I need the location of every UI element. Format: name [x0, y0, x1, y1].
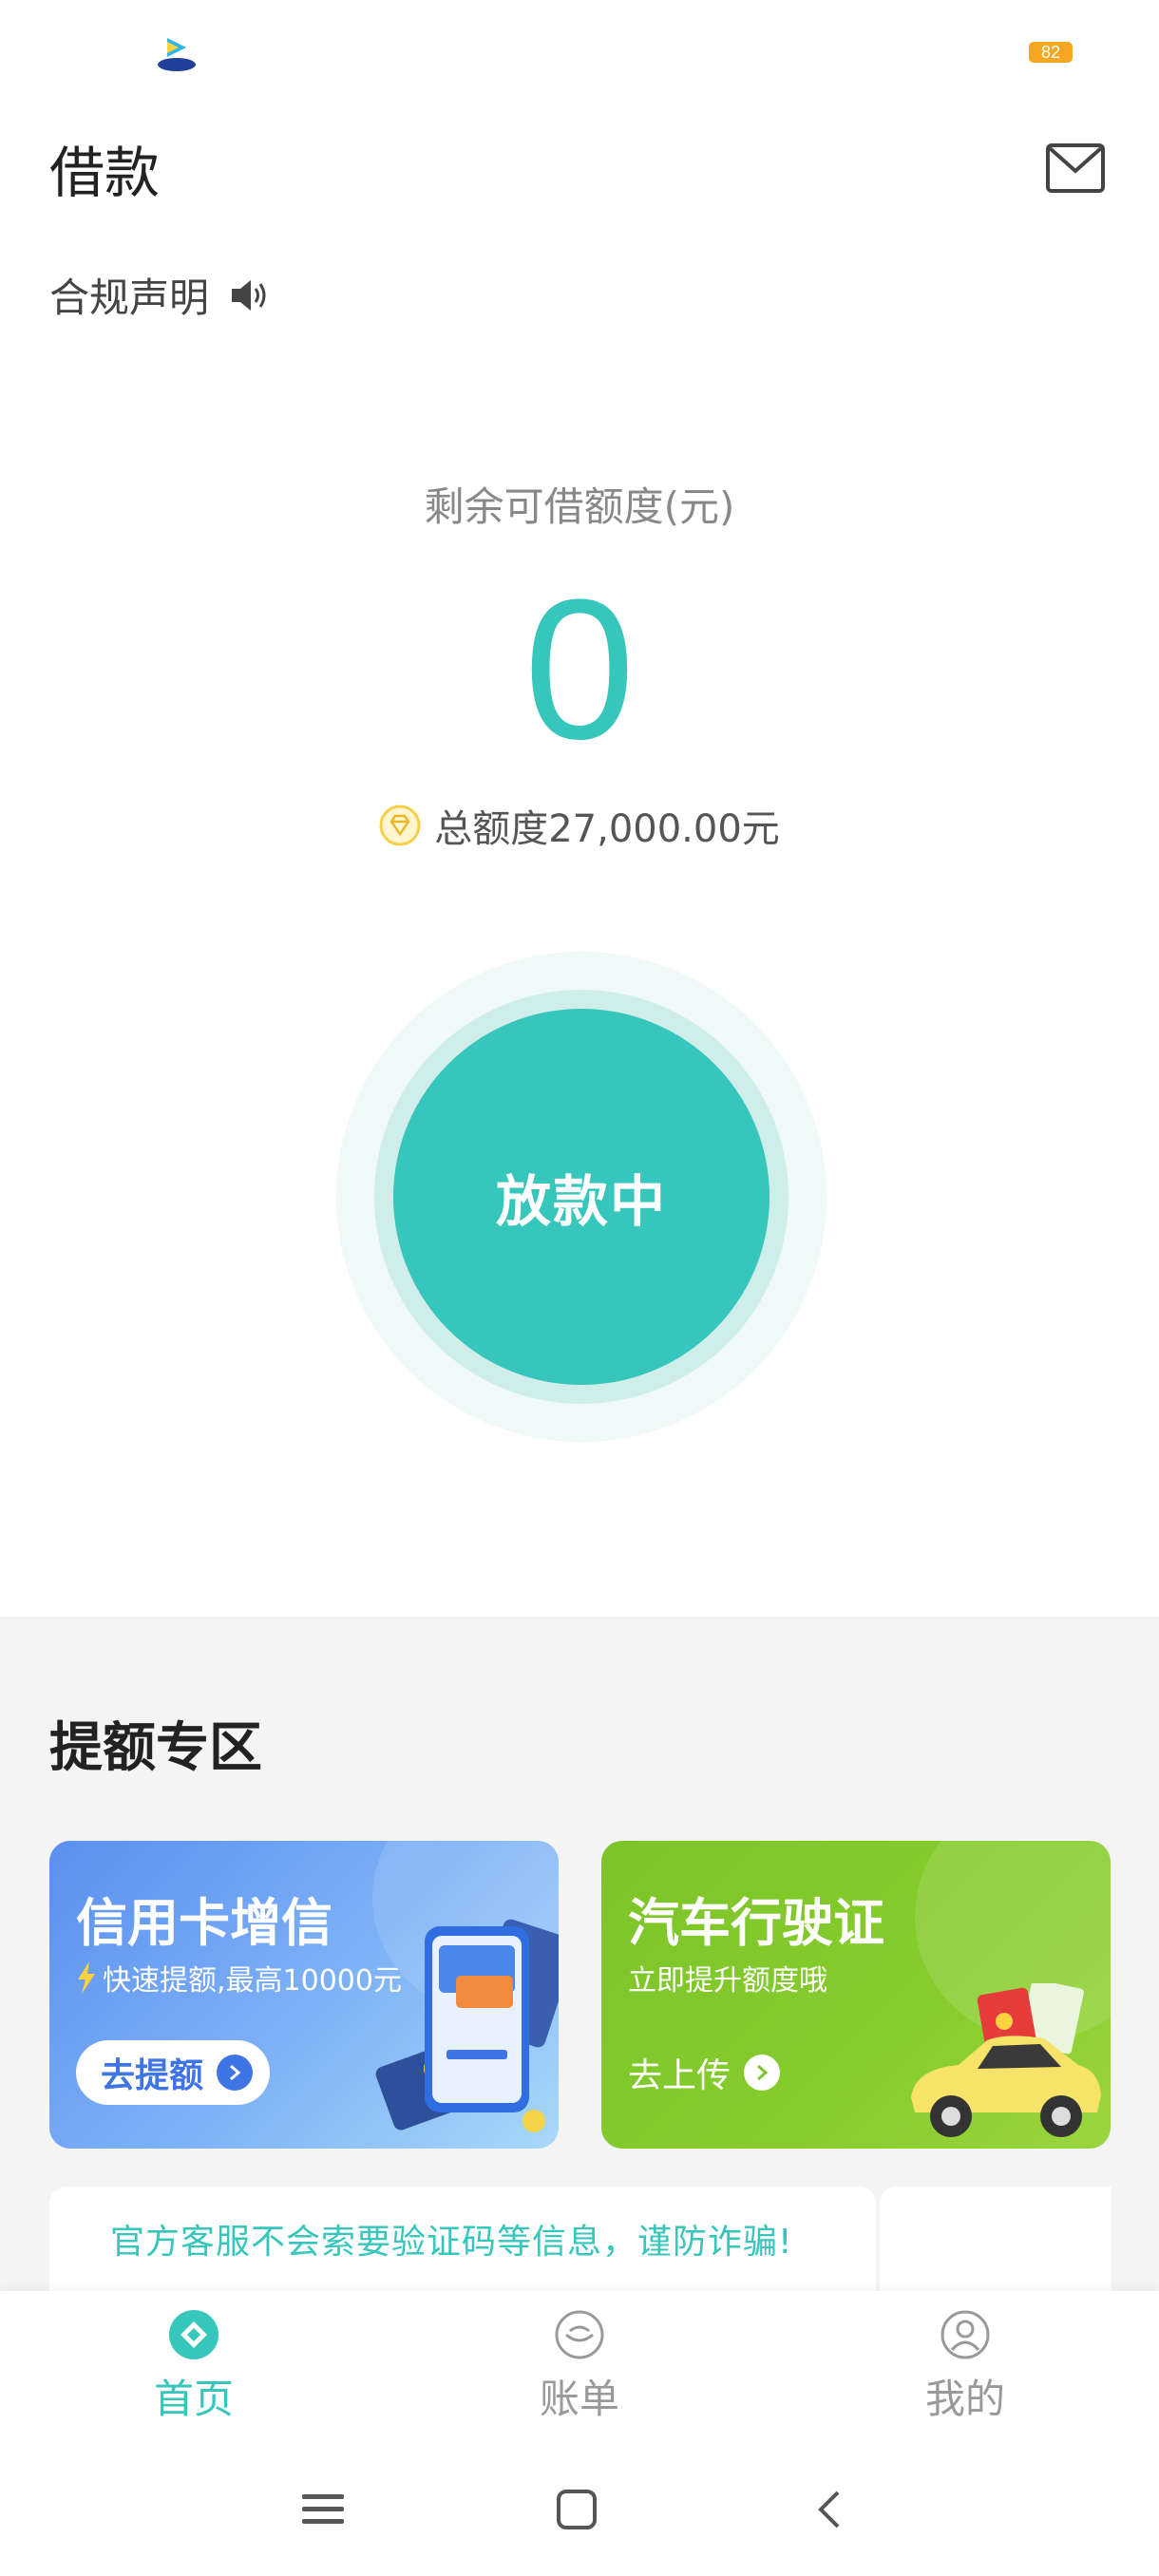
card-title: 汽车行驶证 [628, 1893, 884, 1953]
card-subtitle: 立即提升额度哦 [628, 1964, 827, 1998]
chevron-right-icon [217, 2055, 254, 2091]
notice-text: 官方客服不会索要验证码等信息，谨防诈骗! [110, 2223, 793, 2262]
card-subtitle-row: 立即提升额度哦 [628, 1957, 827, 1998]
profile-icon [940, 2310, 990, 2359]
tab-profile[interactable]: 我的 [870, 2308, 1060, 2425]
home-icon [169, 2310, 218, 2359]
anti-fraud-notice: 官方客服不会索要验证码等信息，谨防诈骗! [49, 2187, 876, 2291]
status-bar: 82 [0, 0, 1159, 104]
upload-button-label: 去上传 [628, 2056, 732, 2095]
chevron-right-icon [744, 2055, 781, 2091]
tab-label: 我的 [924, 2376, 1005, 2422]
bottom-tab-bar: 首页 账单 我的 [0, 2291, 1159, 2443]
total-credit-row: 总额度27,000.00元 [0, 798, 1159, 853]
back-icon [818, 2491, 840, 2529]
menu-icon [302, 2494, 344, 2524]
tab-bill[interactable]: 账单 [484, 2308, 674, 2425]
page-title: 借款 [49, 141, 161, 205]
phone-cards-illustration [375, 1919, 559, 2132]
total-credit-text: 总额度27,000.00元 [434, 807, 780, 851]
compliance-statement[interactable]: 合规声明 [49, 266, 270, 324]
square-icon [557, 2490, 597, 2529]
battery-indicator: 82 [1029, 42, 1073, 63]
tab-label: 首页 [153, 2376, 234, 2422]
remaining-credit-label: 剩余可借额度(元) [424, 483, 735, 530]
tab-home[interactable]: 首页 [99, 2308, 289, 2425]
card-subtitle: 快速提额,最高10000元 [103, 1964, 402, 1998]
remaining-credit-value: 0 [523, 558, 636, 781]
vehicle-license-card[interactable]: 汽车行驶证 立即提升额度哦 去上传 [601, 1841, 1111, 2149]
tab-label: 账单 [539, 2376, 619, 2422]
car-illustration [911, 1983, 1101, 2137]
diamond-icon [379, 805, 421, 846]
disbursing-button[interactable]: 放款中 [393, 1009, 770, 1385]
home-nav-button[interactable] [548, 2481, 605, 2538]
back-button[interactable] [801, 2481, 858, 2538]
system-navigation-bar [0, 2443, 1159, 2576]
compliance-label: 合规声明 [49, 275, 210, 321]
boost-zone-title: 提额专区 [49, 1717, 262, 1779]
upload-button[interactable]: 去上传 [628, 2042, 781, 2103]
card-subtitle-row: 快速提额,最高10000元 [76, 1957, 402, 1998]
bill-icon [555, 2310, 604, 2359]
app-notification-icon [158, 38, 196, 71]
menu-button[interactable] [294, 2481, 352, 2538]
card-title: 信用卡增信 [76, 1893, 332, 1953]
mail-icon[interactable] [1045, 142, 1106, 194]
boost-limit-button[interactable]: 去提额 [76, 2040, 271, 2105]
lightning-icon [78, 1961, 95, 1994]
boost-limit-button-label: 去提额 [101, 2056, 204, 2095]
speaker-icon [232, 279, 266, 311]
disbursing-button-label: 放款中 [495, 1169, 667, 1234]
next-banner-edge [880, 2187, 1112, 2291]
credit-card-boost-card[interactable]: 信用卡增信 快速提额,最高10000元 去提额 [49, 1841, 559, 2149]
